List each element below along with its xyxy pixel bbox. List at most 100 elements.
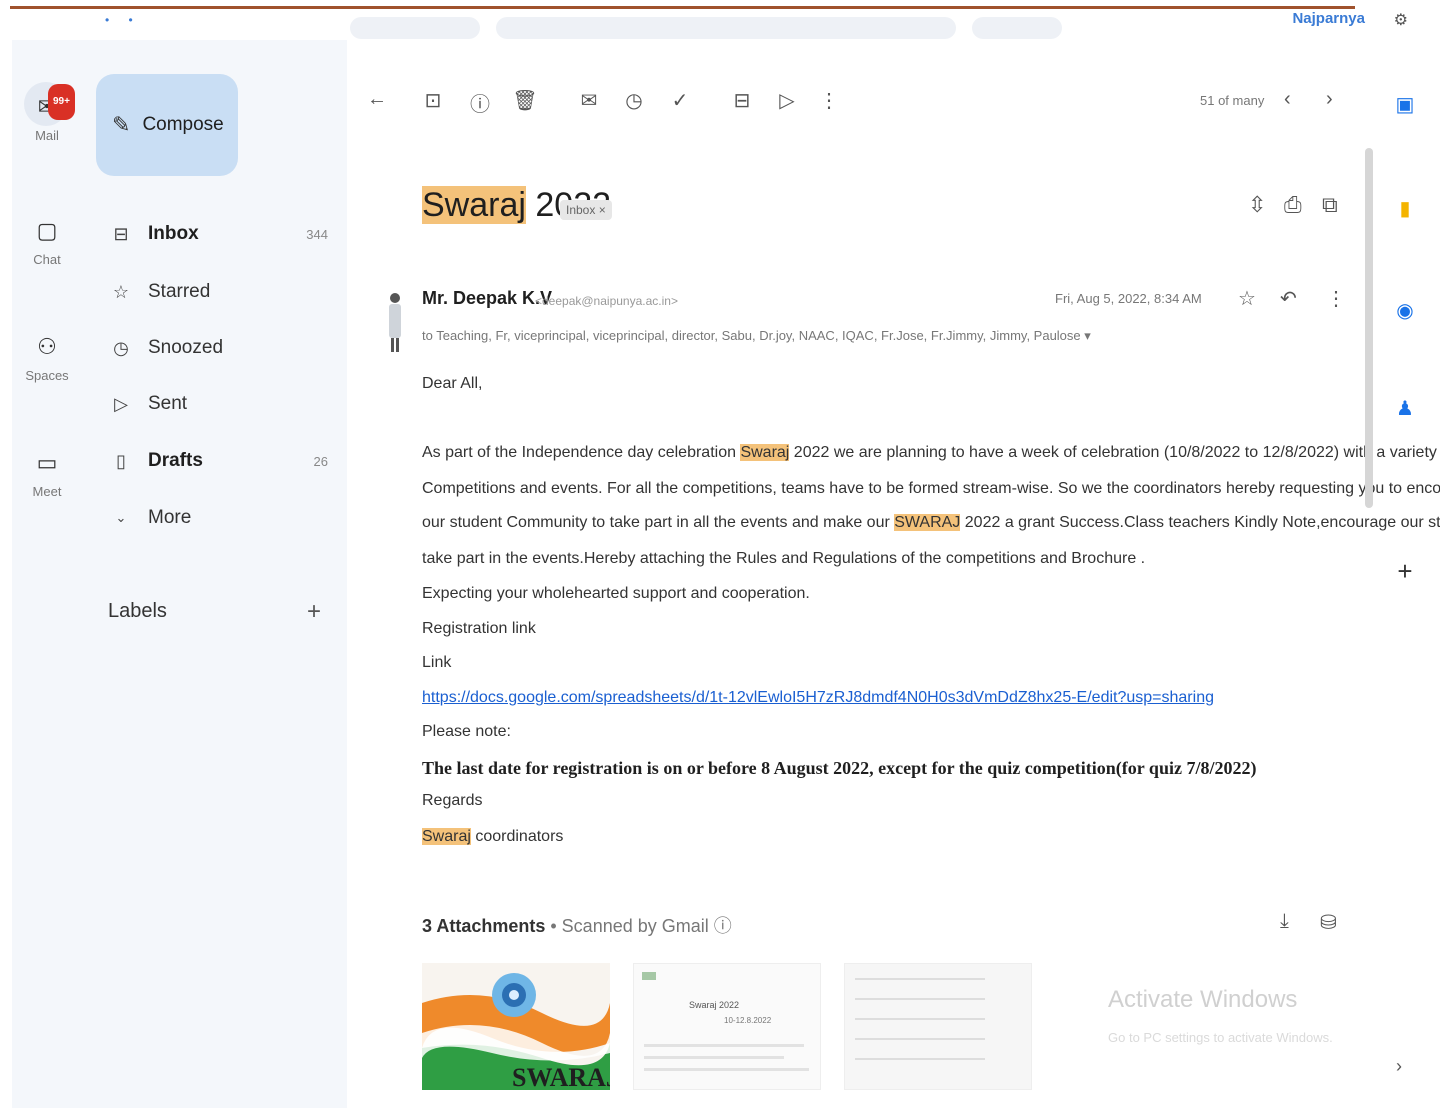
- nav-item-snoozed[interactable]: ◷ Snoozed: [108, 328, 338, 368]
- attachment-thumbnail-brochure[interactable]: SWARAJ: [422, 963, 610, 1090]
- nav-item-more[interactable]: ⌄ More: [108, 498, 338, 538]
- nav-item-label: Starred: [148, 281, 211, 302]
- contacts-icon[interactable]: ♟: [1392, 396, 1418, 426]
- thumb-title: Swaraj 2022: [689, 1000, 740, 1010]
- thumb-line: [855, 1018, 985, 1020]
- registration-label: Registration link: [422, 620, 536, 637]
- nav-item-drafts[interactable]: ▯ Drafts 26: [108, 441, 338, 481]
- body-paragraph-line: our student Community to take part in al…: [422, 514, 1440, 532]
- scrollbar[interactable]: [1365, 148, 1373, 508]
- open-new-window-icon[interactable]: ⧉: [1322, 192, 1338, 218]
- report-spam-icon[interactable]: ⓘ: [467, 88, 493, 117]
- account-name[interactable]: Najparnya: [1292, 10, 1365, 27]
- attachment-thumbnail-sheet[interactable]: [844, 963, 1032, 1090]
- print-icon[interactable]: ⎙: [1284, 192, 1302, 218]
- activate-windows-sub: Go to PC settings to activate Windows.: [1108, 1030, 1333, 1045]
- prev-chevron-icon[interactable]: ‹: [1284, 88, 1291, 111]
- signature: Swaraj coordinators: [422, 828, 563, 846]
- inbox-icon: ⊟: [113, 223, 129, 244]
- nav-item-label: More: [148, 507, 192, 528]
- sender-avatar[interactable]: [384, 290, 406, 354]
- next-chevron-icon[interactable]: ›: [1326, 88, 1333, 111]
- keep-icon[interactable]: ▮: [1392, 196, 1418, 226]
- attachment-thumbnail-rules[interactable]: Swaraj 2022 10-12.8.2022: [633, 963, 821, 1090]
- thumb-line: [644, 1044, 804, 1047]
- search-bar-area[interactable]: [350, 12, 1370, 44]
- archive-icon[interactable]: ⊡: [420, 88, 446, 113]
- rail-spaces[interactable]: ⚇ Spaces: [12, 332, 82, 383]
- link-label: Link: [422, 654, 452, 671]
- message-datetime: Fri, Aug 5, 2022, 8:34 AM: [1055, 291, 1202, 306]
- nav-item-label: Drafts: [148, 450, 203, 471]
- nav-item-inbox[interactable]: ⊟ Inbox 344: [108, 214, 338, 254]
- thumb-line: [644, 1068, 809, 1071]
- thumb-line: [855, 1038, 985, 1040]
- pencil-icon: ✎: [112, 112, 131, 137]
- pager-count: 51 of many: [1200, 93, 1265, 108]
- nav-item-sent[interactable]: ▷ Sent: [108, 384, 338, 424]
- rail-mail-label: Mail: [35, 128, 59, 143]
- inbox-label-chip[interactable]: Inbox ×: [560, 200, 612, 220]
- blur-block: [350, 17, 480, 39]
- registration-link[interactable]: https://docs.google.com/spreadsheets/d/1…: [422, 689, 1214, 707]
- back-arrow-icon[interactable]: ←: [364, 88, 390, 111]
- compose-button[interactable]: ✎ Compose: [96, 74, 238, 176]
- text-run: coordinators: [470, 828, 564, 845]
- sender-name[interactable]: Mr. Deepak K.V: [422, 288, 552, 309]
- unread-badge: 99+: [48, 84, 75, 120]
- add-task-icon[interactable]: ✓: [667, 88, 693, 113]
- calendar-icon[interactable]: ▣: [1392, 92, 1418, 122]
- blur-block: [972, 17, 1062, 39]
- meet-icon: ▭: [36, 450, 58, 475]
- recipients-list[interactable]: to Teaching, Fr, viceprincipal, viceprin…: [422, 328, 1091, 344]
- swaraj-highlight: Swaraj: [740, 444, 790, 461]
- star-icon: ☆: [112, 281, 130, 302]
- text-run: As part of the Independence day celebrat…: [422, 444, 741, 461]
- rail-meet[interactable]: ▭ Meet: [12, 448, 82, 499]
- add-to-drive-icon[interactable]: ⛁: [1320, 910, 1337, 935]
- settings-icon[interactable]: ⚙: [1394, 10, 1408, 30]
- add-label-icon[interactable]: +: [307, 598, 321, 626]
- search-input[interactable]: [496, 17, 956, 39]
- nav-item-label: Sent: [148, 393, 188, 414]
- mark-unread-icon[interactable]: ✉: [576, 88, 602, 113]
- collapse-all-icon[interactable]: ⇳: [1248, 192, 1266, 218]
- draft-icon: ▯: [116, 450, 126, 471]
- nav-item-count: 26: [313, 453, 328, 469]
- app-rail: ✉ 99+ Mail ▢ Chat ⚇ Spaces ▭ Meet: [12, 40, 82, 1108]
- reply-icon[interactable]: ↶: [1280, 286, 1297, 311]
- text-run: 2022 we are planning to have a week of c…: [789, 444, 1440, 461]
- rail-spaces-label: Spaces: [25, 368, 69, 383]
- move-to-icon[interactable]: ⊟: [729, 88, 755, 113]
- chevron-down-icon: ⌄: [115, 510, 127, 525]
- attachments-count: 3 Attachments: [422, 916, 546, 936]
- subject-highlight: Swaraj: [422, 186, 526, 224]
- apps-indicator: • •: [105, 13, 141, 27]
- labels-heading: Labels: [108, 600, 167, 622]
- thumb-caption: SWARAJ: [512, 1063, 610, 1090]
- add-addon-icon[interactable]: +: [1392, 556, 1418, 586]
- tasks-icon[interactable]: ◉: [1392, 298, 1418, 328]
- thumb-logo: [642, 972, 656, 980]
- sender-email: <deepak@naipunya.ac.in>: [535, 294, 678, 308]
- label-icon[interactable]: ▷: [774, 88, 800, 113]
- text-run: 2022 a grant Success.Class teachers Kind…: [964, 514, 1440, 531]
- nav-item-label: Snoozed: [148, 337, 224, 358]
- more-vert-icon[interactable]: ⋮: [1326, 286, 1346, 311]
- snooze-icon[interactable]: ◷: [621, 88, 647, 113]
- download-all-icon[interactable]: ⤓: [1280, 910, 1289, 933]
- rail-chat[interactable]: ▢ Chat: [12, 216, 82, 267]
- compose-label: Compose: [142, 114, 224, 135]
- rail-mail[interactable]: ✉ 99+ Mail: [12, 82, 82, 143]
- message-pane: ← ⊡ ⓘ 🗑 ✉ ◷ ✓ ⊟ ▷ ⋮ 51 of many ‹ › Swara…: [350, 58, 1440, 1090]
- please-note: Please note:: [422, 723, 511, 740]
- nav-item-starred[interactable]: ☆ Starred: [108, 272, 338, 312]
- more-vert-icon[interactable]: ⋮: [816, 88, 842, 113]
- star-icon[interactable]: ☆: [1238, 286, 1256, 311]
- expand-panel-chevron-icon[interactable]: ›: [1396, 1056, 1402, 1077]
- body-paragraph-line: Competitions and events. For all the com…: [422, 480, 1440, 497]
- greeting: Dear All,: [422, 375, 483, 392]
- thumb-line: [644, 1056, 784, 1059]
- delete-icon[interactable]: 🗑: [512, 88, 538, 113]
- nav-item-label: Inbox: [148, 223, 199, 244]
